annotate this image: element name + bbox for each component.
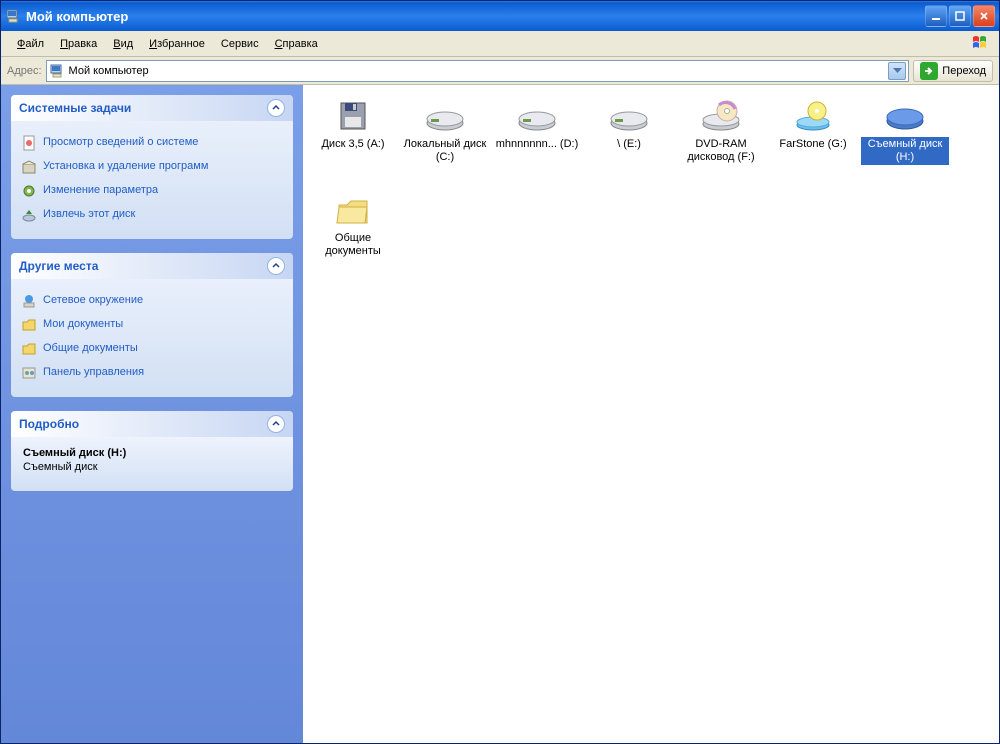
chevron-up-icon[interactable]: [267, 99, 285, 117]
drive-item[interactable]: Диск 3,5 (A:): [307, 97, 399, 187]
drive-item[interactable]: Локальный диск (C:): [399, 97, 491, 187]
window-title: Мой компьютер: [26, 9, 128, 24]
folder-icon: [329, 191, 377, 231]
drive-item[interactable]: mhnnnnnn... (D:): [491, 97, 583, 187]
panel-title: Подробно: [19, 417, 79, 431]
task-change-setting[interactable]: Изменение параметра: [21, 179, 283, 203]
menu-view[interactable]: Вид: [105, 35, 141, 53]
windows-logo-icon: [971, 33, 995, 53]
drive-label: FarStone (G:): [777, 137, 848, 152]
menu-edit[interactable]: Правка: [52, 35, 105, 53]
go-button[interactable]: Переход: [913, 60, 993, 82]
menubar: Файл Правка Вид Избранное Сервис Справка: [1, 31, 999, 57]
box-icon: [21, 159, 37, 175]
drive-item[interactable]: DVD-RAM дисковод (F:): [675, 97, 767, 187]
address-combo[interactable]: Мой компьютер: [46, 60, 910, 82]
drive-item[interactable]: \ (E:): [583, 97, 675, 187]
task-add-remove-programs[interactable]: Установка и удаление программ: [21, 155, 283, 179]
task-view-system-info[interactable]: Просмотр сведений о системе: [21, 131, 283, 155]
drive-label: Общие документы: [309, 231, 397, 259]
address-value: Мой компьютер: [65, 65, 889, 77]
drive-label: \ (E:): [615, 137, 643, 152]
network-icon: [21, 293, 37, 309]
sidebar: Системные задачи Просмотр сведений о сис…: [1, 85, 303, 743]
panel-header[interactable]: Другие места: [11, 253, 293, 279]
dropdown-arrow-icon[interactable]: [888, 62, 906, 80]
drive-label: Диск 3,5 (A:): [319, 137, 386, 152]
drive-item[interactable]: Съемный диск (H:): [859, 97, 951, 187]
task-network-places[interactable]: Сетевое окружение: [21, 289, 283, 313]
titlebar[interactable]: Мой компьютер: [1, 1, 999, 31]
cd-icon: [789, 97, 837, 137]
address-bar: Адрес: Мой компьютер Переход: [1, 57, 999, 85]
task-eject-disk[interactable]: Извлечь этот диск: [21, 203, 283, 227]
minimize-button[interactable]: [925, 5, 947, 27]
drive-label: Съемный диск (H:): [861, 137, 949, 165]
go-arrow-icon: [920, 62, 938, 80]
address-label: Адрес:: [7, 65, 42, 77]
hdd-icon: [421, 97, 469, 137]
task-my-documents[interactable]: Мои документы: [21, 313, 283, 337]
hdd-icon: [605, 97, 653, 137]
dvd-icon: [697, 97, 745, 137]
details-title: Съемный диск (H:): [23, 447, 281, 459]
menu-tools[interactable]: Сервис: [213, 35, 267, 53]
explorer-window: Мой компьютер Файл Правка Вид Избранное …: [0, 0, 1000, 744]
folder-icon: [21, 317, 37, 333]
drive-item[interactable]: FarStone (G:): [767, 97, 859, 187]
panel-other-places: Другие места Сетевое окружение Мои докум…: [11, 253, 293, 397]
control-panel-icon: [21, 365, 37, 381]
page-icon: [21, 135, 37, 151]
drive-label: mhnnnnnn... (D:): [494, 137, 581, 152]
chevron-up-icon[interactable]: [267, 257, 285, 275]
close-button[interactable]: [973, 5, 995, 27]
removable-icon: [881, 97, 929, 137]
folder-icon: [21, 341, 37, 357]
panel-title: Системные задачи: [19, 101, 131, 115]
chevron-up-icon[interactable]: [267, 415, 285, 433]
floppy-icon: [329, 97, 377, 137]
menu-favorites[interactable]: Избранное: [141, 35, 213, 53]
panel-system-tasks: Системные задачи Просмотр сведений о сис…: [11, 95, 293, 239]
menu-file[interactable]: Файл: [9, 35, 52, 53]
drive-item[interactable]: Общие документы: [307, 191, 399, 281]
go-label: Переход: [942, 65, 986, 77]
panel-title: Другие места: [19, 259, 98, 273]
content-pane[interactable]: Диск 3,5 (A:) Локальный диск (C:) mhnnnnnn…: [303, 85, 999, 743]
drive-label: Локальный диск (C:): [401, 137, 489, 165]
task-control-panel[interactable]: Панель управления: [21, 361, 283, 385]
my-computer-icon: [49, 63, 65, 79]
maximize-button[interactable]: [949, 5, 971, 27]
drive-label: DVD-RAM дисковод (F:): [677, 137, 765, 165]
main-area: Системные задачи Просмотр сведений о сис…: [1, 85, 999, 743]
eject-icon: [21, 207, 37, 223]
task-shared-documents[interactable]: Общие документы: [21, 337, 283, 361]
settings-icon: [21, 183, 37, 199]
panel-header[interactable]: Системные задачи: [11, 95, 293, 121]
menu-help[interactable]: Справка: [267, 35, 326, 53]
panel-header[interactable]: Подробно: [11, 411, 293, 437]
details-subtitle: Съемный диск: [23, 461, 281, 473]
hdd-icon: [513, 97, 561, 137]
my-computer-icon: [5, 8, 21, 24]
panel-details: Подробно Съемный диск (H:) Съемный диск: [11, 411, 293, 491]
